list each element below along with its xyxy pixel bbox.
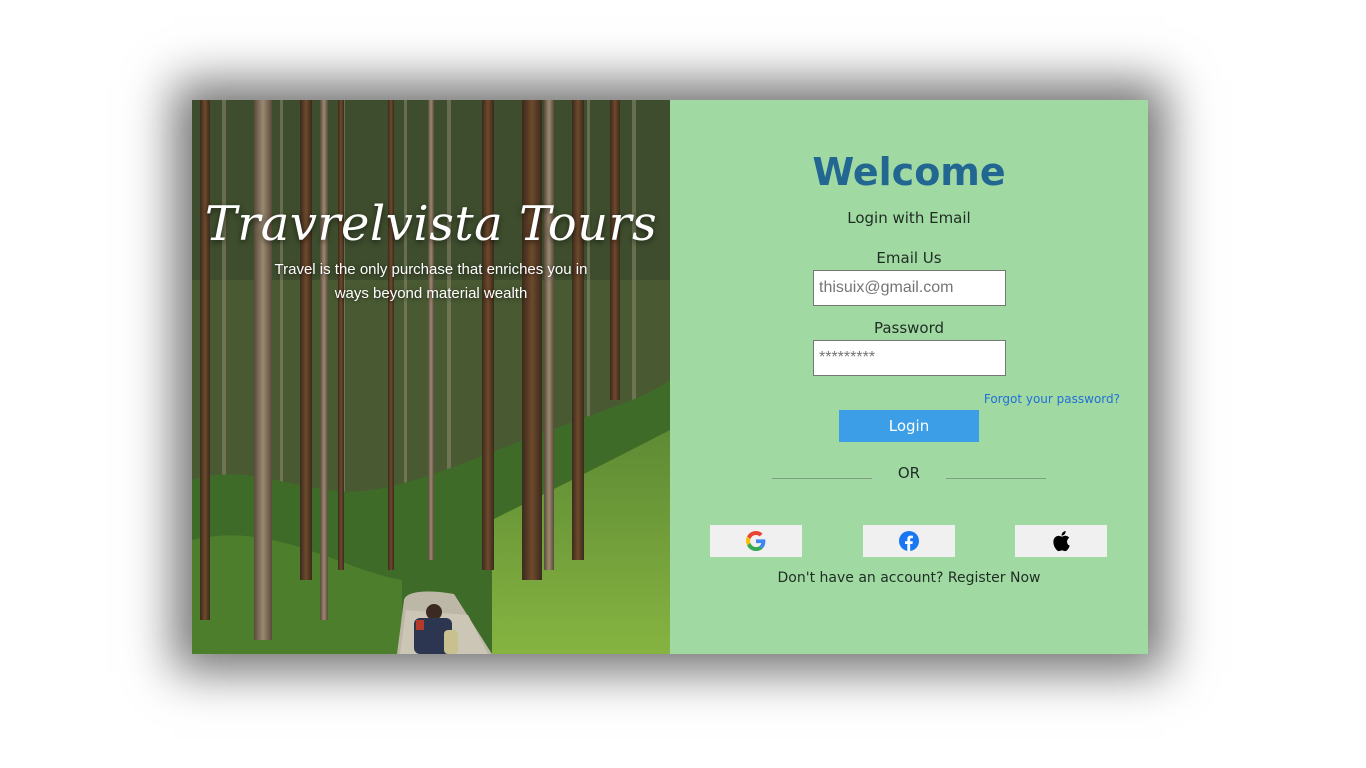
facebook-login-button[interactable] <box>863 525 955 557</box>
divider-right <box>946 478 1046 479</box>
password-input[interactable] <box>813 340 1006 376</box>
email-input[interactable] <box>813 270 1006 306</box>
google-login-button[interactable] <box>710 525 802 557</box>
register-link[interactable]: Register Now <box>948 570 1041 586</box>
email-label: Email Us <box>876 249 942 267</box>
apple-login-button[interactable] <box>1015 525 1107 557</box>
welcome-heading: Welcome <box>812 150 1006 194</box>
login-button[interactable]: Login <box>839 410 979 442</box>
register-prompt-text: Don't have an account? <box>777 570 944 586</box>
facebook-icon <box>899 531 919 551</box>
hero-panel: Travrelvista Tours Travel is the only pu… <box>192 100 670 654</box>
password-label: Password <box>873 319 945 337</box>
brand-tagline: Travel is the only purchase that enriche… <box>274 261 588 302</box>
apple-icon <box>1053 530 1070 552</box>
divider-or-text: OR <box>897 464 921 482</box>
login-card: Travrelvista Tours Travel is the only pu… <box>192 100 1148 654</box>
forest-background-image <box>192 100 670 654</box>
login-subtitle: Login with Email <box>847 209 971 227</box>
forgot-password-link[interactable]: Forgot your password? <box>984 392 1120 406</box>
brand-title: Travrelvista Tours <box>204 196 658 252</box>
register-prompt: Don't have an account? Register Now <box>670 570 1148 586</box>
login-panel: Welcome Login with Email Email Us Passwo… <box>670 100 1148 654</box>
google-icon <box>746 531 766 551</box>
